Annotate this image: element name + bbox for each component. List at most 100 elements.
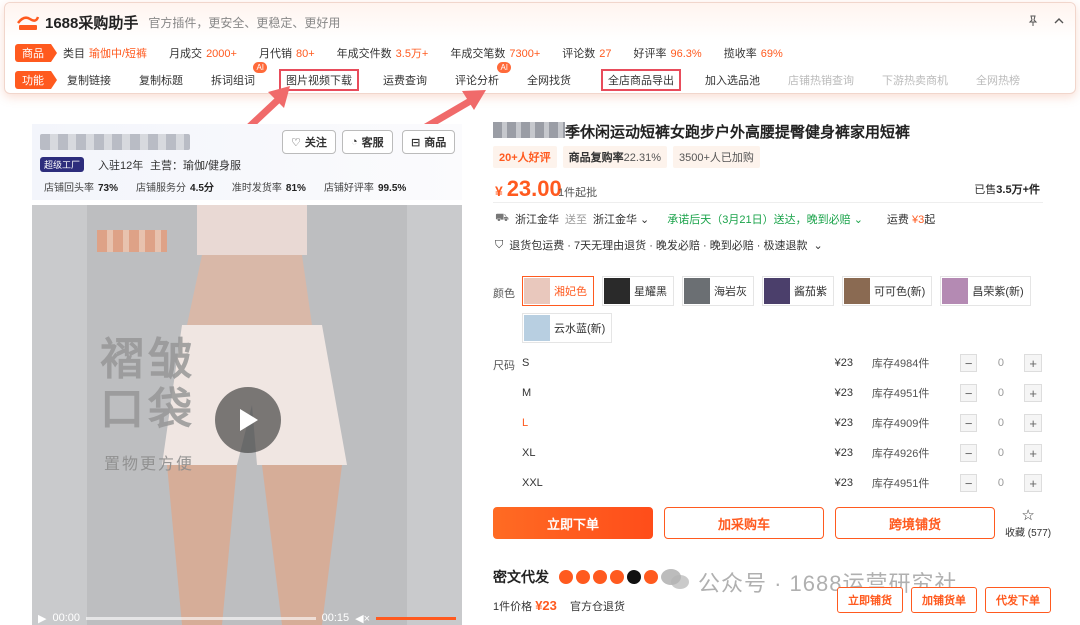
size-price: ¥23: [834, 357, 853, 369]
product-stats-row: 商品 类目 瑜伽中/短裤 月成交 2000+ 月代销 80+ 年成交件数 3.5万+ 年…: [5, 41, 1075, 65]
func-hot-store[interactable]: 店铺热销查询: [784, 71, 858, 89]
video-overlay-text: 褶皱 口袋: [100, 334, 196, 435]
chip-cart-adds: 3500+人已加购: [672, 146, 760, 168]
quantity-input[interactable]: 0: [977, 447, 1024, 459]
decrement-button[interactable]: −: [959, 444, 978, 462]
decrement-button[interactable]: −: [959, 474, 978, 492]
add-list-button[interactable]: 加铺货单: [911, 587, 977, 613]
func-downstream[interactable]: 下游热卖商机: [878, 71, 952, 89]
size-row: S ¥23 库存4984件 − 0 +: [522, 353, 1042, 373]
func-review-analysis[interactable]: 评论分析 AI: [451, 62, 511, 89]
dropship-order-button[interactable]: 代发下单: [985, 587, 1051, 613]
quantity-input[interactable]: 0: [977, 477, 1024, 489]
decrement-button[interactable]: −: [959, 384, 978, 402]
product-video[interactable]: 褶皱 口袋 置物更方便 ▶ 00:00 00:15 ◀×: [32, 205, 462, 625]
favorite-button[interactable]: ☆ 收藏 (577): [1005, 506, 1051, 539]
distribution-price: 1件价格 ¥23 官方仓退货: [493, 598, 625, 613]
list-now-button[interactable]: 立即铺货: [837, 587, 903, 613]
size-row: M ¥23 库存4951件 − 0 +: [522, 383, 1042, 403]
stat-yearly-units: 年成交件数 3.5万+: [336, 48, 429, 60]
follow-button[interactable]: ♡ 关注: [282, 130, 336, 154]
collapse-chevron-icon[interactable]: [1053, 15, 1065, 30]
stat-category: 类目 瑜伽中/短裤: [63, 48, 148, 60]
shop-card: ♡ 关注 ◔ 客服 ⊟ 商品 超级工厂 入驻12年 主营：瑜伽/健身服 店铺回头率 73…: [32, 124, 462, 200]
func-add-pool[interactable]: 加入选品池: [701, 71, 764, 89]
size-name: XL: [522, 447, 536, 459]
shop-goods-button[interactable]: ⊟ 商品: [402, 130, 456, 154]
sold-count: 已售3.5万+件: [974, 184, 1040, 196]
increment-button[interactable]: +: [1024, 414, 1042, 432]
quantity-input[interactable]: 0: [977, 417, 1024, 429]
progress-bar[interactable]: [86, 616, 316, 620]
play-small-icon[interactable]: ▶: [38, 612, 46, 625]
func-copy-link[interactable]: 复制链接: [63, 71, 115, 89]
color-option[interactable]: 湘妃色: [522, 276, 594, 306]
size-name: L: [522, 417, 529, 429]
func-shipping-query[interactable]: 运费查询: [379, 71, 431, 89]
color-options: 湘妃色 星耀黑 海岩灰 酱茄紫 可可色(新) 昌荣紫(新) 云水蓝(新): [522, 276, 1032, 343]
color-option[interactable]: 昌荣紫(新): [940, 276, 1031, 306]
increment-button[interactable]: +: [1024, 354, 1042, 372]
cross-border-button[interactable]: 跨境铺货: [835, 507, 995, 539]
increment-button[interactable]: +: [1024, 474, 1042, 492]
color-swatch: [524, 315, 550, 341]
color-option[interactable]: 星耀黑: [602, 276, 674, 306]
video-overlay-sub: 置物更方便: [104, 456, 195, 473]
delivery-promise[interactable]: 承诺后天（3月21日）送达，晚到必赔 ⌄: [667, 211, 863, 227]
tiktok-icon: [627, 570, 641, 584]
platform-icon: [559, 570, 573, 584]
size-name: S: [522, 357, 530, 369]
wechat-icon: [660, 567, 690, 597]
func-copy-title[interactable]: 复制标题: [135, 71, 187, 89]
add-to-cart-button[interactable]: 加采购车: [664, 507, 824, 539]
buy-now-button[interactable]: 立即下单: [493, 507, 653, 539]
size-price: ¥23: [834, 417, 853, 429]
chip-repurchase: 商品复购率22.31%: [562, 146, 667, 168]
chat-icon: ◔: [351, 136, 358, 148]
service-row[interactable]: ⛉ 退货包运费 · 7天无理由退货 · 晚发必赔 · 晚到必赔 · 极速退款 ⌄: [495, 237, 823, 253]
shop-main-business: 主营：瑜伽/健身服: [150, 160, 242, 172]
color-swatch: [524, 278, 550, 304]
color-option[interactable]: 云水蓝(新): [522, 313, 613, 343]
customer-service-button[interactable]: ◔ 客服: [342, 130, 393, 154]
shop-years: 入驻12年: [98, 160, 144, 172]
star-icon: ☆: [1021, 507, 1035, 524]
stat-good-rate: 好评率 96.3%: [633, 48, 702, 60]
func-hot-list[interactable]: 全网热榜: [972, 71, 1024, 89]
color-swatch: [764, 278, 790, 304]
func-find-goods[interactable]: 全网找货: [523, 71, 575, 89]
size-label: 尺码: [493, 360, 515, 372]
color-option[interactable]: 酱茄紫: [762, 276, 834, 306]
ship-to-select[interactable]: 浙江金华 ⌄: [593, 211, 649, 227]
size-name: XXL: [522, 477, 543, 489]
increment-button[interactable]: +: [1024, 444, 1042, 462]
size-price: ¥23: [834, 447, 853, 459]
stat-monthly-sales: 月成交 2000+: [169, 48, 237, 60]
function-row: 功能 复制链接 复制标题 拆词组词 AI 图片视频下载 运费查询 评论分析 AI 全…: [5, 62, 1075, 92]
decrement-button[interactable]: −: [959, 414, 978, 432]
volume-icon[interactable]: ◀×: [355, 612, 370, 625]
quantity-input[interactable]: 0: [977, 387, 1024, 399]
time-total: 00:15: [321, 612, 350, 624]
func-split-words[interactable]: 拆词组词 AI: [207, 62, 267, 89]
shield-icon: ⛉: [495, 238, 504, 251]
size-stock: 库存4926件: [871, 448, 930, 460]
shop-scores: 店铺回头率 73% 店铺服务分 4.5分 准时发货率 81% 店铺好评率 99.5%: [44, 179, 406, 194]
func-export-store[interactable]: 全店商品导出: [601, 69, 681, 91]
platform-icon: [593, 570, 607, 584]
shipping-fee: 运费 ¥3起: [886, 214, 936, 226]
func-download-media[interactable]: 图片视频下载: [279, 69, 359, 91]
decrement-button[interactable]: −: [959, 354, 978, 372]
heart-icon: ♡: [291, 136, 301, 149]
play-icon: [240, 409, 258, 431]
quantity-input[interactable]: 0: [977, 357, 1024, 369]
size-row: L ¥23 库存4909件 − 0 +: [522, 413, 1042, 433]
play-button[interactable]: [215, 387, 281, 453]
color-option[interactable]: 海岩灰: [682, 276, 754, 306]
increment-button[interactable]: +: [1024, 384, 1042, 402]
size-row: XXL ¥23 库存4951件 − 0 +: [522, 473, 1042, 493]
color-option[interactable]: 可可色(新): [842, 276, 933, 306]
volume-slider[interactable]: [376, 616, 456, 620]
pin-icon[interactable]: [1027, 15, 1039, 30]
ai-badge: AI: [497, 62, 511, 73]
